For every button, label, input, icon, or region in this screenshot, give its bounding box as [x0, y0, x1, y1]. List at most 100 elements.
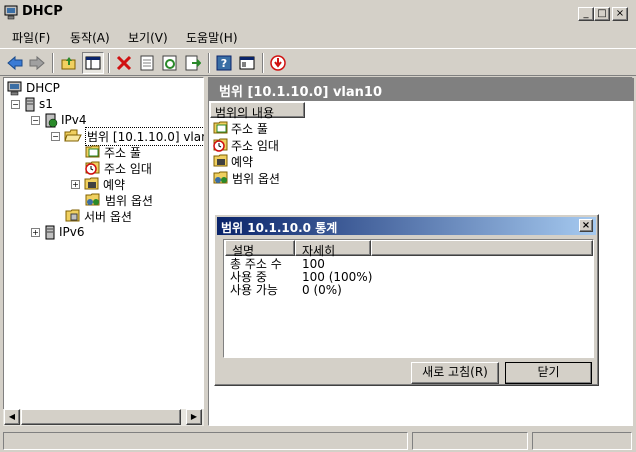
- list-item-address-leases[interactable]: 주소 임대: [213, 137, 279, 153]
- column-header-details[interactable]: 자세히: [295, 240, 371, 258]
- reservations-icon: [213, 154, 228, 167]
- scroll-thumb[interactable]: [21, 409, 181, 425]
- status-panel-2: [412, 432, 528, 450]
- up-folder-icon: [61, 57, 76, 70]
- scope-statistics-dialog: 범위 10.1.10.0 통계 × 설명 자세히 총 주소 수 100 사용 중…: [214, 214, 599, 386]
- title-bar[interactable]: DHCP _ □ ×: [0, 0, 636, 24]
- toolbar: ?: [0, 48, 636, 76]
- scope-options-icon: [213, 171, 228, 184]
- delete-button[interactable]: [113, 52, 135, 74]
- minimize-icon: _: [583, 8, 589, 19]
- properties-button[interactable]: [136, 52, 158, 74]
- stop-button[interactable]: [267, 52, 289, 74]
- tree-pane[interactable]: DHCP − s1 − IPv4 − 범위 [10.1.10.0] vlan 주…: [3, 77, 211, 426]
- expand-icon[interactable]: +: [71, 179, 80, 189]
- scope-options-icon: [85, 193, 100, 206]
- column-header-contents[interactable]: 범위의 내용: [210, 102, 305, 120]
- tree-item-scope-options[interactable]: 범위 옵션: [85, 192, 153, 208]
- refresh-button[interactable]: [159, 52, 181, 74]
- ipv6-icon: [45, 225, 55, 239]
- up-folder-button[interactable]: [58, 52, 80, 74]
- tree-item-server-options[interactable]: 서버 옵션: [65, 208, 132, 224]
- statistics-list[interactable]: 설명 자세히 총 주소 수 100 사용 중 100 (100%) 사용 가능 …: [223, 239, 594, 358]
- show-hide-tree-button[interactable]: [82, 52, 104, 74]
- tree-label-ipv6: IPv6: [59, 225, 85, 239]
- tree-item-server[interactable]: − s1: [11, 96, 53, 112]
- tree-label-dhcp: DHCP: [26, 81, 60, 95]
- list-item-reservations[interactable]: 예약: [213, 153, 253, 169]
- stat-label-available: 사용 가능: [230, 283, 278, 297]
- close-icon: ×: [581, 220, 591, 231]
- status-panel-main: [3, 432, 408, 450]
- results-header: 범위 [10.1.10.0] vlan10: [209, 78, 634, 101]
- tree-label-server-options: 서버 옵션: [84, 209, 132, 224]
- delete-icon: [116, 55, 132, 71]
- menu-file[interactable]: 파일(F): [12, 29, 50, 46]
- back-button[interactable]: [4, 52, 26, 74]
- server-icon: [25, 97, 35, 111]
- column-header-description[interactable]: 설명: [225, 240, 295, 258]
- dhcp-window: DHCP _ □ × 파일(F) 동작(A) 보기(V) 도움말(H) ? DH…: [0, 0, 636, 452]
- tree-item-ipv4[interactable]: − IPv4: [31, 112, 87, 128]
- close-icon: ×: [615, 8, 625, 19]
- refresh-button[interactable]: 새로 고침(R): [411, 362, 499, 384]
- refresh-icon: [162, 55, 177, 71]
- tree-item-address-pool[interactable]: 주소 풀: [85, 144, 141, 160]
- tree-label-reservations: 예약: [103, 177, 126, 192]
- tree-item-ipv6[interactable]: + IPv6: [31, 224, 85, 240]
- forward-icon: [29, 55, 45, 71]
- list-item-address-pool[interactable]: 주소 풀: [213, 120, 268, 136]
- tree-label-scope-options: 범위 옵션: [105, 193, 153, 208]
- maximize-button[interactable]: □: [594, 7, 610, 21]
- help-icon: ?: [216, 55, 232, 71]
- dialog-ok-button[interactable]: 닫기: [505, 362, 592, 384]
- back-icon: [7, 55, 23, 71]
- expand-icon[interactable]: +: [31, 227, 40, 237]
- scroll-right-button[interactable]: ▶: [186, 409, 202, 425]
- forward-button[interactable]: [26, 52, 48, 74]
- arrow-left-icon: ◀: [8, 412, 16, 421]
- menu-help[interactable]: 도움말(H): [186, 29, 238, 46]
- svg-text:?: ?: [221, 57, 227, 70]
- arrow-right-icon: ▶: [190, 412, 198, 421]
- list-label: 범위 옵션: [232, 171, 280, 186]
- menu-action[interactable]: 동작(A): [70, 29, 110, 46]
- dhcp-app-icon: [4, 5, 19, 20]
- dialog-title-bar[interactable]: 범위 10.1.10.0 통계 ×: [217, 217, 596, 235]
- tree-item-reservations[interactable]: + 예약: [71, 176, 125, 192]
- menu-view[interactable]: 보기(V): [128, 29, 168, 46]
- help-button[interactable]: ?: [213, 52, 235, 74]
- status-panel-3: [532, 432, 632, 450]
- close-button[interactable]: ×: [612, 7, 628, 21]
- list-item-scope-options[interactable]: 범위 옵션: [213, 170, 280, 186]
- tree-item-dhcp[interactable]: DHCP: [7, 80, 60, 96]
- minimize-button[interactable]: _: [578, 7, 594, 21]
- list-label: 주소 풀: [231, 121, 268, 136]
- status-bar: [0, 430, 636, 452]
- tree-item-scope[interactable]: − 범위 [10.1.10.0] vlan: [51, 126, 211, 146]
- scroll-left-button[interactable]: ◀: [4, 409, 20, 425]
- address-leases-icon: [213, 138, 228, 152]
- column-header-empty[interactable]: [371, 240, 593, 256]
- tree-label-address-leases: 주소 임대: [104, 161, 152, 176]
- export-list-button[interactable]: [182, 52, 204, 74]
- stat-value-available: 0 (0%): [302, 283, 342, 297]
- collapse-icon[interactable]: −: [51, 131, 60, 141]
- dialog-close-button[interactable]: ×: [579, 219, 593, 232]
- view-button[interactable]: [236, 52, 258, 74]
- address-leases-icon: [85, 161, 100, 175]
- server-options-icon: [65, 209, 80, 222]
- ipv4-icon: [45, 113, 58, 127]
- tree-label-address-pool: 주소 풀: [104, 145, 141, 160]
- menu-bar: 파일(F) 동작(A) 보기(V) 도움말(H): [0, 26, 636, 48]
- collapse-icon[interactable]: −: [31, 115, 40, 125]
- dhcp-icon: [7, 81, 22, 95]
- list-label: 예약: [231, 154, 254, 169]
- collapse-icon[interactable]: −: [11, 99, 20, 109]
- dialog-title: 범위 10.1.10.0 통계: [221, 221, 338, 235]
- view-icon: [239, 56, 255, 70]
- tree-label-ipv4: IPv4: [61, 113, 87, 127]
- tree-item-address-leases[interactable]: 주소 임대: [85, 160, 152, 176]
- tree-horizontal-scrollbar[interactable]: ◀ ▶: [3, 409, 204, 426]
- export-list-icon: [185, 55, 201, 71]
